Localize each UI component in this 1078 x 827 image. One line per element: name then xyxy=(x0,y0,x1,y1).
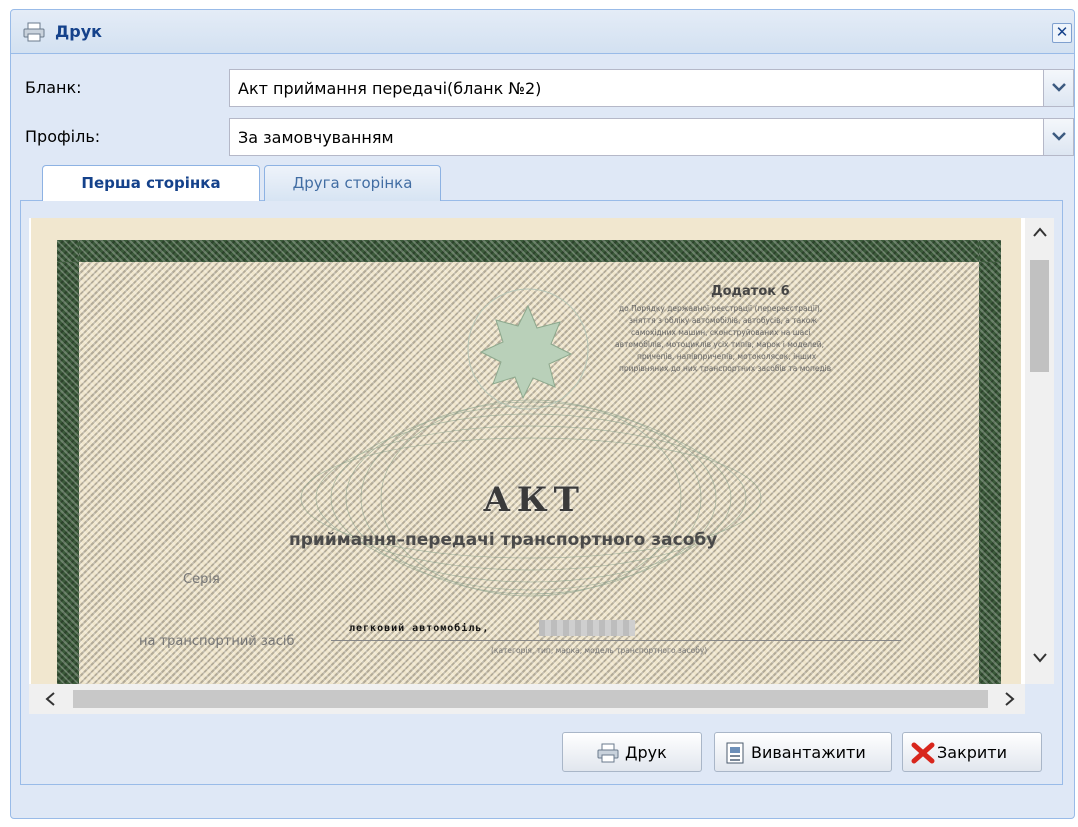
export-button[interactable]: Вивантажити xyxy=(714,732,892,772)
profile-label: Профіль: xyxy=(25,127,101,146)
tab-second-page[interactable]: Друга сторінка xyxy=(264,165,441,201)
close-button-label: Закрити xyxy=(937,743,1007,762)
scroll-thumb[interactable] xyxy=(73,690,988,708)
close-icon[interactable]: ✕ xyxy=(1052,23,1072,43)
emblem-rosette xyxy=(467,288,589,410)
redacted-field xyxy=(539,620,635,636)
scroll-down-icon[interactable] xyxy=(1025,650,1054,678)
profile-combobox[interactable]: За замовчуванням xyxy=(229,118,1074,156)
red-x-icon xyxy=(911,742,935,764)
certificate-image: Додаток 6 до Порядку державної реєстраці… xyxy=(31,218,1021,684)
printer-icon xyxy=(597,742,619,764)
scroll-up-icon[interactable] xyxy=(1025,224,1054,252)
tab-strip: Перша сторінка Друга сторінка xyxy=(20,165,1063,201)
blank-combobox[interactable]: Акт приймання передачі(бланк №2) xyxy=(229,69,1074,107)
addendum-line: зняття з обліку автомобілів, автобусів, … xyxy=(629,316,818,325)
addendum-line: до Порядку державної реєстрації (перереє… xyxy=(619,304,823,313)
dialog-titlebar[interactable]: Друк ✕ xyxy=(11,10,1074,54)
vehicle-type-value: легковий автомобіль, xyxy=(349,623,490,634)
blank-value: Акт приймання передачі(бланк №2) xyxy=(238,79,542,98)
addendum-line: причепів, напівпричепів, мотоколясок, ін… xyxy=(637,352,817,361)
chevron-down-icon[interactable] xyxy=(1043,119,1073,155)
export-document-icon xyxy=(724,742,746,764)
printer-icon xyxy=(23,22,45,42)
scroll-right-icon[interactable] xyxy=(995,684,1025,714)
tab-first-page[interactable]: Перша сторінка xyxy=(42,165,260,201)
scroll-left-icon[interactable] xyxy=(35,684,65,714)
addendum-line: автомобілів, мотоциклів усіх типів, маро… xyxy=(615,340,824,349)
export-button-label: Вивантажити xyxy=(751,743,866,762)
close-button[interactable]: Закрити xyxy=(902,732,1042,772)
chevron-down-icon[interactable] xyxy=(1043,70,1073,106)
print-button[interactable]: Друк xyxy=(562,732,702,772)
act-title: АКТ xyxy=(483,480,585,520)
print-button-label: Друк xyxy=(625,743,667,762)
vehicle-label: на транспортний засіб xyxy=(139,634,295,649)
horizontal-scrollbar[interactable] xyxy=(29,684,1025,714)
vertical-scrollbar[interactable] xyxy=(1025,218,1054,684)
document-preview: Додаток 6 до Порядку державної реєстраці… xyxy=(29,218,1025,684)
field-underline xyxy=(331,640,901,641)
serie-label: Серія xyxy=(183,572,220,587)
addendum-title: Додаток 6 xyxy=(711,284,790,299)
profile-value: За замовчуванням xyxy=(238,128,394,147)
scroll-thumb[interactable] xyxy=(1030,260,1049,372)
vehicle-hint: (категорія, тип, марка, модель транспорт… xyxy=(491,646,708,655)
addendum-line: прирівняних до них транспортних засобів … xyxy=(619,364,832,373)
addendum-line: самохідних машин, сконструйованих на шас… xyxy=(631,328,811,337)
act-subtitle: приймання–передачі транспортного засобу xyxy=(289,530,718,550)
dialog-title: Друк xyxy=(55,22,102,41)
blank-label: Бланк: xyxy=(25,78,82,97)
